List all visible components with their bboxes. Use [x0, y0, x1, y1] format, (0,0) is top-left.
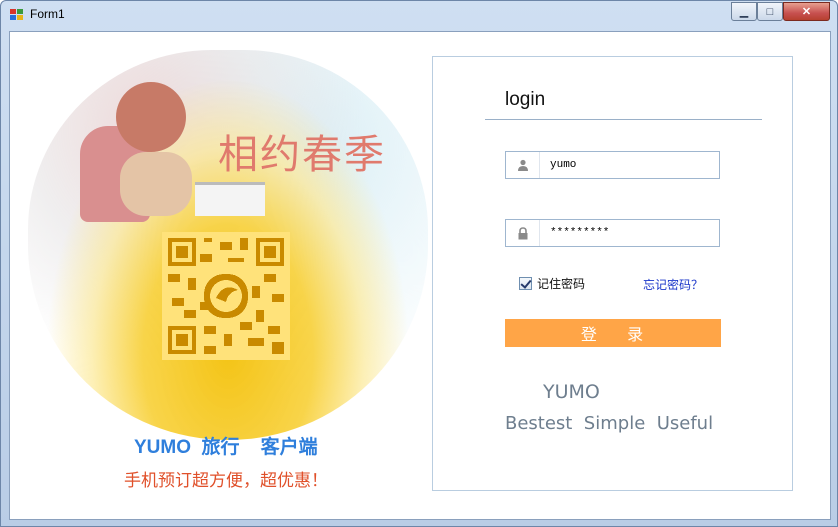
close-button[interactable]: ✕	[783, 2, 830, 21]
remember-password-checkbox[interactable]	[519, 277, 532, 290]
couple-photo	[80, 82, 200, 222]
title-bar[interactable]: Form1 ▁ □ ✕	[1, 1, 837, 29]
remember-password-option[interactable]: 记住密码	[519, 275, 585, 292]
heading-divider	[485, 119, 762, 120]
remember-password-label[interactable]: 记住密码	[537, 275, 585, 292]
login-button[interactable]: 登 录	[505, 319, 721, 347]
lock-icon	[506, 220, 540, 246]
password-field[interactable]: *********	[505, 219, 720, 247]
username-field[interactable]: yumo	[505, 151, 720, 179]
minimize-button[interactable]: ▁	[731, 2, 757, 21]
client-app-title: YUMO 旅行 客户端	[134, 437, 318, 458]
form-client-area: 相约春季 YUMO 旅行 客户端 手机预订超方便，超优惠！ login yumo…	[9, 31, 831, 520]
window-title: Form1	[30, 7, 65, 21]
promo-panel: 相约春季 YUMO 旅行 客户端 手机预订超方便，超优惠！	[10, 32, 430, 521]
maximize-button[interactable]: □	[757, 2, 783, 21]
login-heading: login	[505, 89, 546, 110]
brand-tagline: Bestest Simple Useful	[505, 413, 714, 434]
client-app-subtitle: 手机预订超方便，超优惠！	[124, 471, 328, 491]
app-icon	[10, 9, 24, 21]
login-panel: login yumo ********* 记住密码 忘记密码？ 登 录 YUMO…	[432, 56, 793, 491]
brand-name: YUMO	[543, 381, 600, 403]
app-window: Form1 ▁ □ ✕ 相约春季 YUMO 旅行 客户端 手机预订超方便，超优惠…	[0, 0, 838, 527]
promo-slogan: 相约春季	[218, 132, 386, 178]
username-input[interactable]: yumo	[540, 159, 576, 171]
qr-code-icon	[162, 232, 290, 360]
password-input[interactable]: *********	[540, 227, 609, 239]
village-house-image	[195, 182, 265, 216]
forgot-password-link[interactable]: 忘记密码？	[643, 276, 703, 293]
user-icon	[506, 152, 540, 178]
